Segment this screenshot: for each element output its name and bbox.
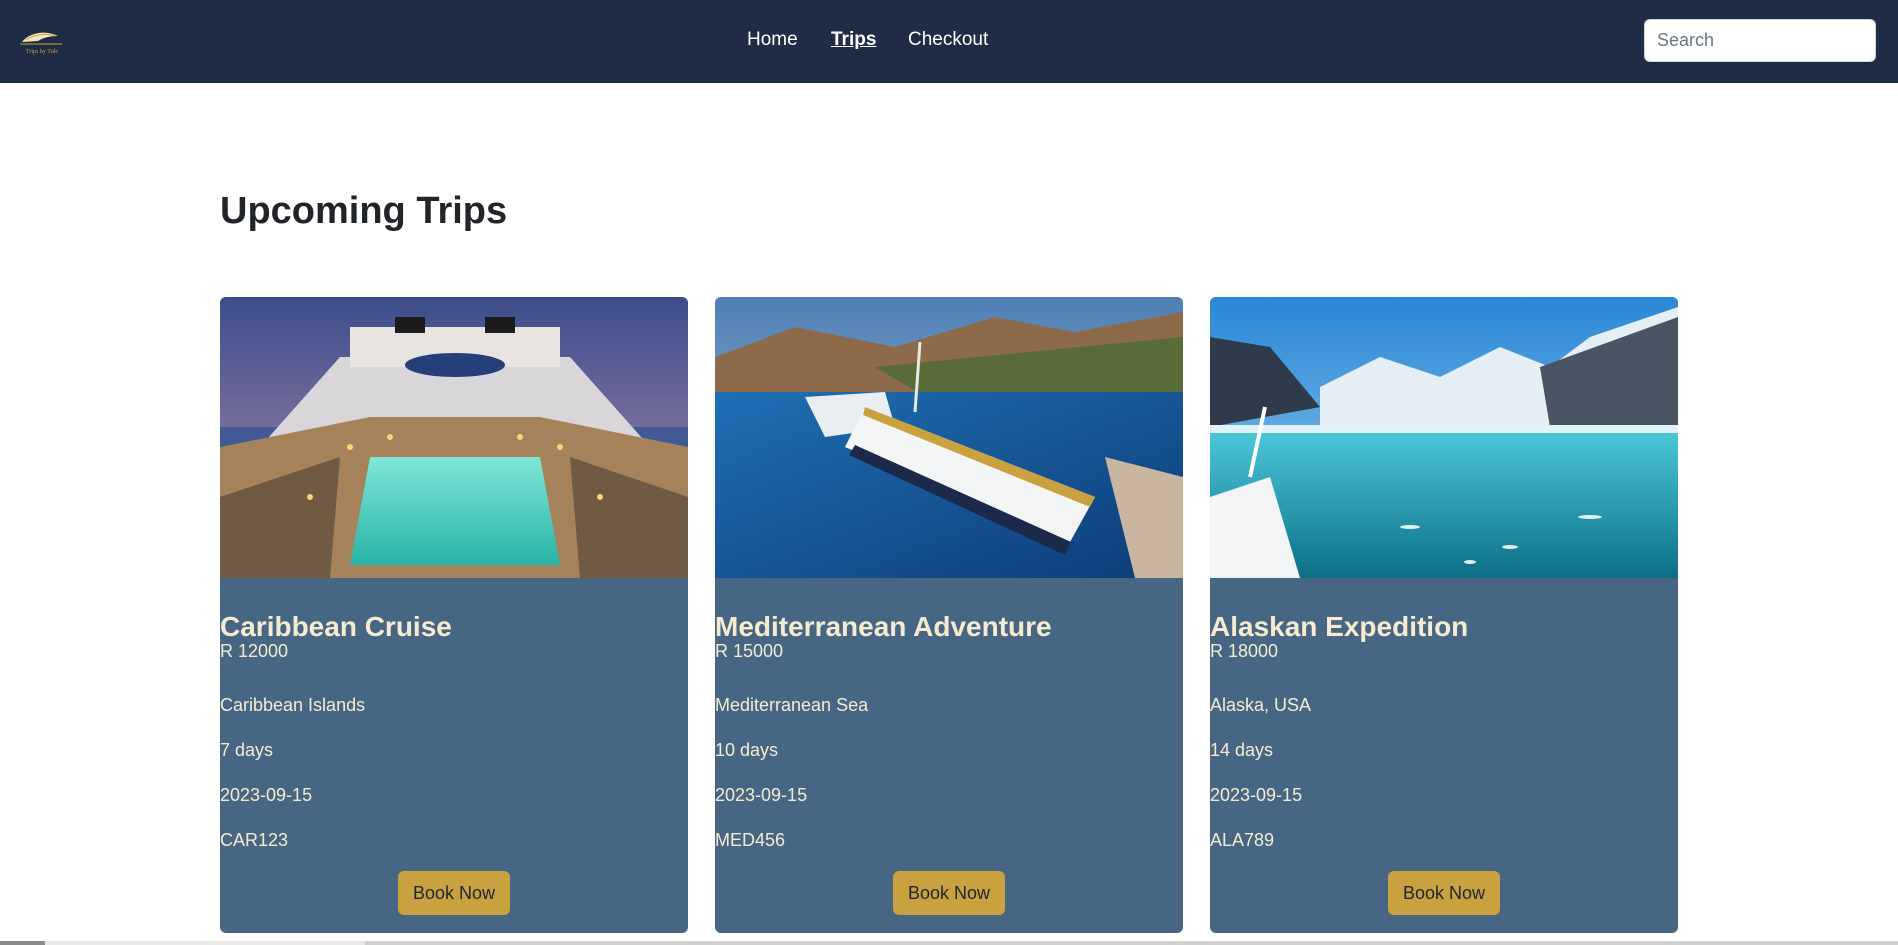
trip-card: Mediterranean Adventure R 15000 Mediterr… [715, 297, 1183, 933]
nav-home-link[interactable]: Home [747, 29, 798, 51]
trip-title: Mediterranean Adventure [715, 611, 1052, 642]
horizontal-scrollbar[interactable] [0, 941, 1898, 945]
trip-date: 2023-09-15 [715, 785, 808, 805]
trip-title: Caribbean Cruise [220, 611, 452, 642]
trip-code: ALA789 [1210, 830, 1275, 850]
scrollbar-thumb[interactable] [0, 941, 45, 945]
trip-price: R 12000 [220, 641, 289, 661]
trip-price: R 18000 [1210, 641, 1279, 661]
search-input[interactable] [1644, 19, 1876, 62]
trip-image [220, 297, 688, 578]
book-now-button[interactable]: Book Now [1388, 871, 1500, 915]
trip-duration: 14 days [1210, 740, 1274, 760]
scrollbar-track-segment [365, 941, 1898, 945]
nav-links: Home Trips Checkout [0, 0, 1898, 83]
trip-duration: 10 days [715, 740, 779, 760]
navbar: Trips by Tide Home Trips Checkout [0, 0, 1898, 83]
trip-image [1210, 297, 1678, 578]
nav-trips-link[interactable]: Trips [831, 29, 876, 51]
trip-date: 2023-09-15 [1210, 785, 1303, 805]
trip-code: MED456 [715, 830, 786, 850]
book-now-button[interactable]: Book Now [398, 871, 510, 915]
trip-destination: Caribbean Islands [220, 695, 366, 715]
trip-code: CAR123 [220, 830, 289, 850]
trip-destination: Mediterranean Sea [715, 695, 869, 715]
nav-checkout-link[interactable]: Checkout [908, 29, 988, 51]
page-title: Upcoming Trips [220, 190, 508, 232]
trip-date: 2023-09-15 [220, 785, 313, 805]
trip-duration: 7 days [220, 740, 274, 760]
trip-destination: Alaska, USA [1210, 695, 1312, 715]
trip-card: Alaskan Expedition R 18000 Alaska, USA 1… [1210, 297, 1678, 933]
trip-title: Alaskan Expedition [1210, 611, 1469, 642]
trip-card: Caribbean Cruise R 12000 Caribbean Islan… [220, 297, 688, 933]
trip-price: R 15000 [715, 641, 784, 661]
book-now-button[interactable]: Book Now [893, 871, 1005, 915]
trip-image [715, 297, 1183, 578]
